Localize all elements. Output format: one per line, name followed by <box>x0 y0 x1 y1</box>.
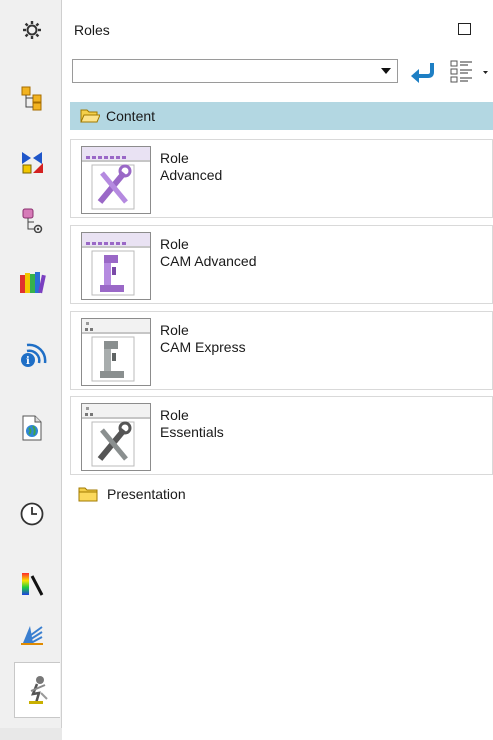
presentation-folder-label: Presentation <box>107 486 186 502</box>
role-type-label: Role <box>160 150 189 166</box>
role-name-label: CAM Express <box>160 339 246 355</box>
folder-icon <box>78 487 98 502</box>
system-materials-icon[interactable] <box>12 564 52 604</box>
return-arrow-icon <box>411 63 434 83</box>
role-thumbnail <box>81 403 151 471</box>
roles-panel: Roles Content Role Advanced Role CAM Adv… <box>62 0 493 740</box>
svg-text:i: i <box>26 356 30 367</box>
role-card-cam-express[interactable]: Role CAM Express <box>70 311 493 390</box>
role-card-text: Role CAM Advanced <box>160 236 257 270</box>
role-thumbnail <box>81 318 151 386</box>
undo-button[interactable] <box>408 58 438 84</box>
role-name-label: Advanced <box>160 167 223 183</box>
list-view-icon <box>450 60 488 83</box>
role-card-advanced[interactable]: Role Advanced <box>70 139 493 218</box>
role-card-text: Role Advanced <box>160 150 222 184</box>
role-thumbnail <box>81 232 151 300</box>
content-folder-label: Content <box>106 108 156 124</box>
reuse-library-icon[interactable] <box>12 262 52 302</box>
gear-icon[interactable] <box>12 12 52 48</box>
hd3d-tools-icon[interactable]: i <box>12 334 52 374</box>
assembly-navigator-icon[interactable] <box>12 78 52 118</box>
view-options-button[interactable] <box>446 58 490 86</box>
role-card-cam-advanced[interactable]: Role CAM Advanced <box>70 225 493 304</box>
role-type-label: Role <box>160 407 189 423</box>
content-folder[interactable]: Content <box>70 102 493 130</box>
role-card-text: Role Essentials <box>160 407 224 441</box>
open-folder-icon <box>80 109 100 123</box>
panel-title: Roles <box>74 22 110 38</box>
maximize-icon[interactable] <box>458 23 471 35</box>
web-browser-icon[interactable] <box>12 408 52 448</box>
role-name-label: Essentials <box>160 424 224 440</box>
role-type-label: Role <box>160 322 189 338</box>
history-icon[interactable] <box>12 494 52 534</box>
role-card-text: Role CAM Express <box>160 322 246 356</box>
rail-footer <box>0 728 62 740</box>
resource-bar: i <box>0 0 62 740</box>
role-card-essentials[interactable]: Role Essentials <box>70 396 493 475</box>
role-filter-input[interactable] <box>77 61 371 83</box>
chevron-down-icon[interactable] <box>381 68 391 74</box>
role-type-label: Role <box>160 236 189 252</box>
part-navigator-icon[interactable] <box>12 200 52 240</box>
role-name-label: CAM Advanced <box>160 253 257 269</box>
role-filter-combobox[interactable] <box>72 59 398 83</box>
role-thumbnail <box>81 146 151 214</box>
presentation-folder[interactable]: Presentation <box>78 486 186 502</box>
process-studio-icon[interactable] <box>12 614 52 654</box>
constraint-navigator-icon[interactable] <box>12 142 52 182</box>
roles-icon[interactable] <box>18 670 58 710</box>
